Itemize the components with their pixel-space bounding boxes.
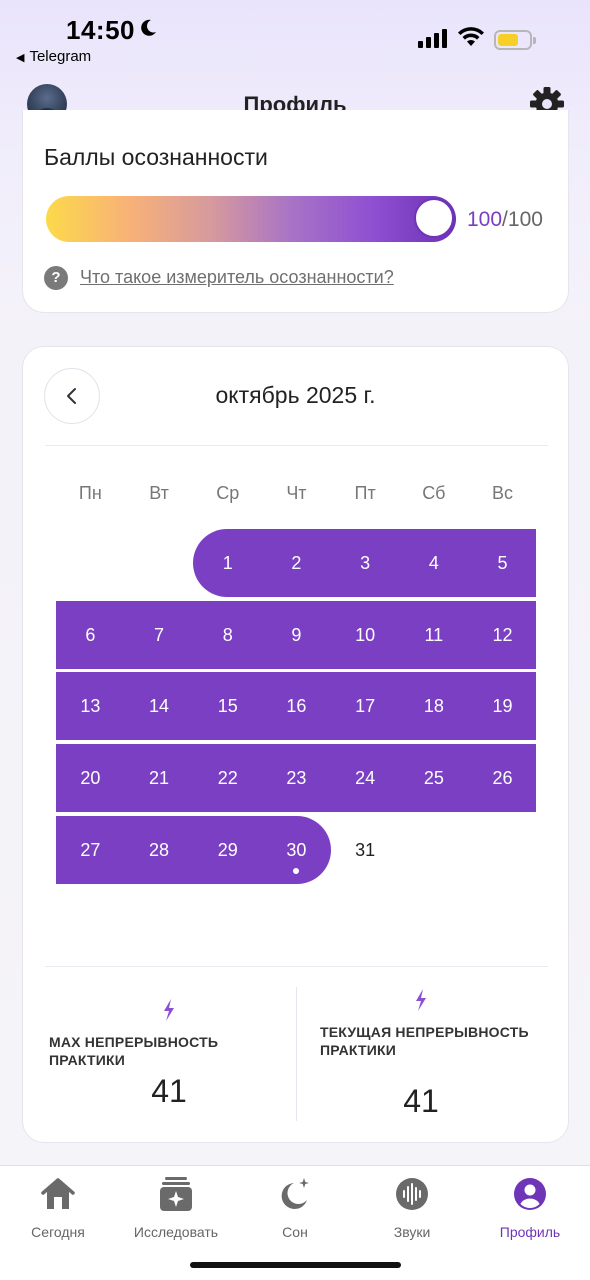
max-streak-label: MAX НЕПРЕРЫВНОСТЬ ПРАКТИКИ [49,1034,219,1068]
back-to-app-link[interactable]: ◀ Telegram [16,48,91,65]
score-value: 100 [467,208,503,231]
score-max: 100 [507,208,543,231]
calendar-day[interactable]: 24 [335,744,395,812]
lightning-icon [164,999,174,1021]
calendar-day[interactable]: 16 [266,672,326,740]
calendar-day[interactable]: 12 [473,601,533,669]
calendar-day[interactable]: 5 [473,529,533,597]
weekday-label: Сб [422,483,446,503]
calendar-day[interactable]: 30 [266,816,326,884]
calendar-day[interactable]: 1 [198,529,258,597]
sound-wave-icon [396,1178,428,1210]
mindfulness-help-link[interactable]: Что такое измеритель осознанности? [80,267,394,288]
weekday-label: Чт [286,483,307,503]
lightning-icon [416,989,426,1011]
calendar-day[interactable]: 29 [198,816,258,884]
clock-time: 14:50 [66,15,135,45]
home-indicator [190,1262,401,1268]
calendar-day[interactable]: 7 [129,601,189,669]
divider [45,966,548,967]
tab-label: Исследовать [133,1224,219,1240]
weekday-label: Вт [149,483,169,503]
stats-divider [296,987,297,1121]
calendar-day[interactable]: 25 [404,744,464,812]
question-icon[interactable]: ? [44,266,68,290]
calendar-day[interactable]: 28 [129,816,189,884]
calendar-day[interactable]: 11 [404,601,464,669]
mindfulness-title: Баллы осознанности [44,144,268,170]
weekday-label: Вс [492,483,514,503]
calendar-day[interactable]: 8 [198,601,258,669]
tab-label: Сон [282,1224,308,1240]
wifi-icon [458,27,484,46]
calendar-day[interactable]: 6 [60,601,120,669]
tab-label: Сегодня [31,1224,85,1240]
weekday-label: Пн [78,483,102,503]
calendar-day[interactable]: 10 [335,601,395,669]
status-bar: 14:50 ◀ Telegram [0,0,590,70]
calendar-day[interactable]: 4 [404,529,464,597]
explore-icon [160,1177,192,1211]
calendar-day[interactable]: 3 [335,529,395,597]
tab-sleep[interactable]: Сон [240,1174,350,1240]
profile-icon [514,1178,546,1210]
tab-label: Звуки [393,1224,431,1240]
calendar-day[interactable]: 9 [266,601,326,669]
calendar-day[interactable]: 21 [129,744,189,812]
calendar-day[interactable]: 22 [198,744,258,812]
tab-explore[interactable]: Исследовать [121,1174,231,1240]
focus-moon-icon [141,19,156,36]
mindfulness-meter-thumb [414,198,454,238]
calendar-day[interactable]: 27 [60,816,120,884]
home-icon [41,1178,75,1209]
max-streak-value: 41 [151,1073,187,1109]
tab-profile[interactable]: Профиль [475,1174,585,1240]
cellular-signal-icon [418,29,447,48]
calendar-day[interactable]: 18 [404,672,464,740]
moon-stars-icon [281,1178,309,1209]
calendar-day[interactable]: 2 [266,529,326,597]
mindfulness-card: Баллы осознанности 100/100 ? Что такое и… [22,110,569,313]
tab-today[interactable]: Сегодня [3,1174,113,1240]
calendar-day[interactable]: 26 [473,744,533,812]
today-indicator [293,867,300,874]
back-app-label: Telegram [29,48,92,65]
battery-icon [494,30,536,50]
calendar-card: октябрь 2025 г. Пн Вт Ср Чт Пт Сб Вс 123456789… [22,346,569,1143]
battery-level [498,34,518,46]
tab-sounds[interactable]: Звуки [357,1174,467,1240]
calendar-day[interactable]: 13 [60,672,120,740]
calendar-day[interactable]: 23 [266,744,326,812]
weekday-label: Ср [216,483,240,503]
month-label: октябрь 2025 г. [215,382,376,408]
divider [45,445,548,446]
calendar-day[interactable]: 19 [473,672,533,740]
calendar-day[interactable]: 14 [129,672,189,740]
weekday-label: Пт [354,483,376,503]
calendar-day[interactable]: 17 [335,672,395,740]
current-streak-label: ТЕКУЩАЯ НЕПРЕРЫВНОСТЬ ПРАКТИКИ [320,1024,529,1058]
calendar-day[interactable]: 15 [198,672,258,740]
back-arrow-icon: ◀ [16,52,25,64]
calendar-day[interactable]: 20 [60,744,120,812]
mindfulness-score: 100/100 [467,208,543,232]
mindfulness-meter [46,196,456,242]
tab-label: Профиль [499,1224,561,1240]
current-streak-value: 41 [403,1083,439,1119]
calendar-day[interactable]: 31 [335,816,395,884]
